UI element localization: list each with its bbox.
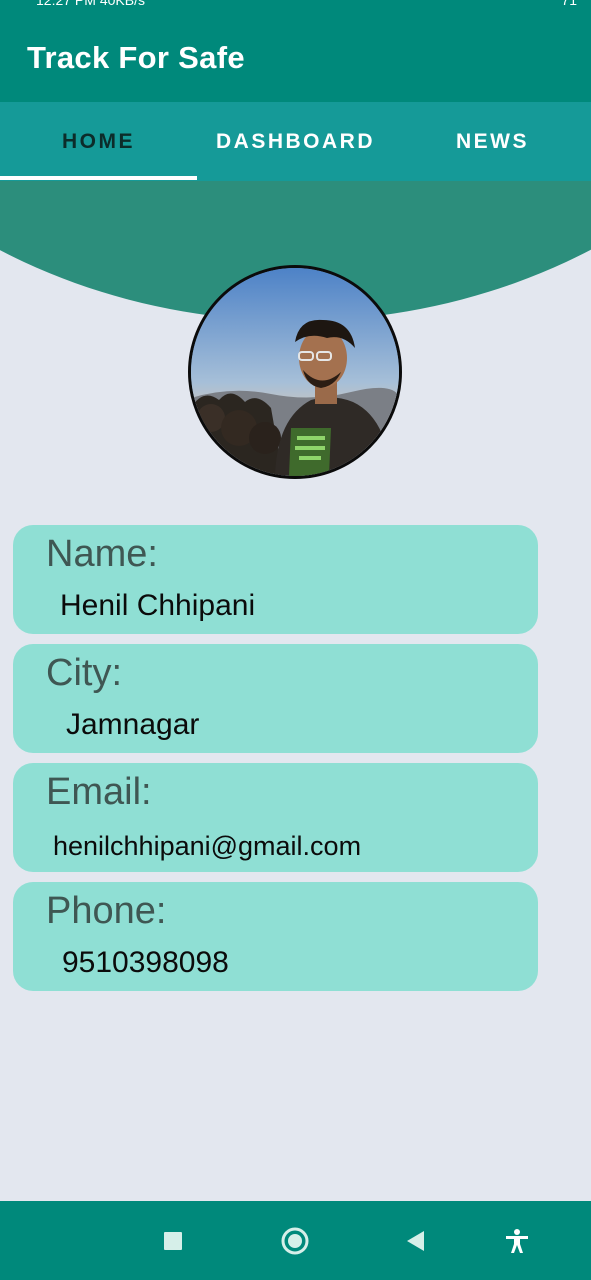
tab-news-label: NEWS <box>456 129 529 153</box>
tab-home-label: HOME <box>62 129 135 153</box>
recents-button[interactable] <box>153 1221 193 1261</box>
tab-news[interactable]: NEWS <box>394 102 591 181</box>
app-bar: Track For Safe <box>0 10 591 102</box>
app-title: Track For Safe <box>27 40 245 75</box>
home-circle-icon <box>281 1227 309 1255</box>
phone-value: 9510398098 <box>62 946 229 979</box>
accessibility-button[interactable] <box>497 1221 537 1261</box>
name-card: Name: Henil Chhipani <box>13 525 538 634</box>
tab-dashboard[interactable]: DASHBOARD <box>197 102 394 181</box>
system-nav-bar <box>0 1201 591 1280</box>
tab-home[interactable]: HOME <box>0 102 197 181</box>
email-card: Email: henilchhipani@gmail.com <box>13 763 538 872</box>
phone-label: Phone: <box>46 890 167 932</box>
name-value: Henil Chhipani <box>60 589 256 622</box>
recents-square-icon <box>164 1232 182 1250</box>
email-label: Email: <box>46 771 152 813</box>
status-net-speed: 40KB/s <box>99 0 145 8</box>
status-time: 12:27 PM <box>36 0 96 8</box>
profile-photo-icon <box>191 268 399 476</box>
status-battery: 71 <box>561 0 577 8</box>
phone-card: Phone: 9510398098 <box>13 882 538 991</box>
back-button[interactable] <box>395 1221 435 1261</box>
back-triangle-icon <box>407 1231 424 1251</box>
email-value: henilchhipani@gmail.com <box>53 831 362 861</box>
tab-dashboard-label: DASHBOARD <box>216 129 375 153</box>
name-label: Name: <box>46 533 158 575</box>
profile-avatar <box>188 265 402 479</box>
tab-indicator <box>0 176 197 180</box>
city-value: Jamnagar <box>66 708 200 741</box>
home-button[interactable] <box>275 1221 315 1261</box>
accessibility-icon <box>506 1229 528 1253</box>
status-bar: 12:27 PM 40KB/s 71 <box>0 0 591 10</box>
city-label: City: <box>46 652 122 694</box>
tab-bar: HOME DASHBOARD NEWS <box>0 102 591 181</box>
city-card: City: Jamnagar <box>13 644 538 753</box>
